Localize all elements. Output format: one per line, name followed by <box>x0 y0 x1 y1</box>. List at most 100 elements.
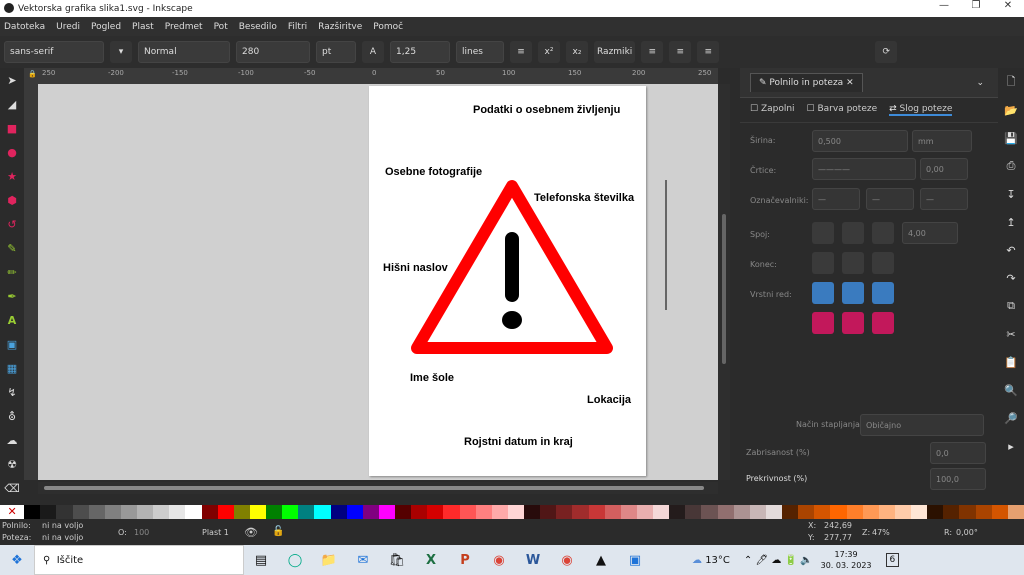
color-swatch[interactable] <box>475 505 492 519</box>
color-swatch[interactable] <box>604 505 621 519</box>
color-swatch[interactable] <box>620 505 637 519</box>
text-object[interactable]: Rojstni datum in kraj <box>464 436 573 448</box>
windows-start-icon[interactable]: ❖ <box>0 545 34 575</box>
minimize-icon[interactable]: — <box>928 0 960 11</box>
color-swatch[interactable] <box>830 505 847 519</box>
miter-limit-field[interactable]: 4,00 <box>902 222 958 244</box>
excel-icon[interactable]: X <box>414 545 448 575</box>
paint-order-icon[interactable] <box>812 282 834 304</box>
calligraphy-tool-icon[interactable]: ✒ <box>0 284 24 308</box>
color-swatch[interactable] <box>911 505 928 519</box>
color-swatch[interactable] <box>330 505 347 519</box>
font-family-field[interactable]: sans-serif <box>4 41 104 63</box>
color-swatch[interactable] <box>56 505 73 519</box>
horizontal-scrollbar[interactable] <box>38 482 718 494</box>
paint-order-icon[interactable] <box>842 282 864 304</box>
color-swatch[interactable] <box>588 505 605 519</box>
no-paint-swatch[interactable]: ✕ <box>0 505 25 519</box>
menu-pot[interactable]: Pot <box>214 22 228 32</box>
font-style-field[interactable]: Normal <box>138 41 230 63</box>
color-swatch[interactable] <box>943 505 960 519</box>
color-swatch[interactable] <box>1007 505 1024 519</box>
color-swatch[interactable] <box>491 505 508 519</box>
start-marker-select[interactable]: — <box>812 188 860 210</box>
paint-order-icon[interactable] <box>872 282 894 304</box>
rectangle-tool-icon[interactable]: ■ <box>0 116 24 140</box>
opacity-status-field[interactable]: 100 <box>134 528 149 537</box>
store-icon[interactable]: 🛍 <box>380 545 414 575</box>
eraser-tool-icon[interactable]: ⌫ <box>0 476 24 500</box>
powerpoint-icon[interactable]: P <box>448 545 482 575</box>
rotation-field[interactable]: 0,00° <box>956 528 978 537</box>
color-swatch[interactable] <box>314 505 331 519</box>
color-swatch[interactable] <box>878 505 895 519</box>
photos-icon[interactable]: ▣ <box>618 545 652 575</box>
menu-filtri[interactable]: Filtri <box>288 22 307 32</box>
color-swatch[interactable] <box>169 505 186 519</box>
color-swatch[interactable] <box>894 505 912 519</box>
color-swatch[interactable] <box>927 505 944 519</box>
zoom-icon[interactable]: 🔍 <box>998 376 1024 404</box>
line-spacing-field[interactable]: 1,25 <box>390 41 450 63</box>
color-swatch[interactable] <box>378 505 396 519</box>
import-icon[interactable]: ↧ <box>998 180 1024 208</box>
bevel-join-icon[interactable] <box>872 222 894 244</box>
color-swatch[interactable] <box>717 505 734 519</box>
color-swatch[interactable] <box>233 505 250 519</box>
chevron-down-icon[interactable]: ⌄ <box>976 78 984 88</box>
document-page[interactable]: Podatki o osebnem življenju Osebne fotog… <box>369 86 646 476</box>
paint-order-icon[interactable] <box>812 312 834 334</box>
text-tool-icon[interactable]: A <box>0 308 24 332</box>
3d-box-tool-icon[interactable]: ⬢ <box>0 188 24 212</box>
edge-icon[interactable]: ◯ <box>278 545 312 575</box>
color-swatch[interactable] <box>701 505 718 519</box>
color-swatch[interactable] <box>991 505 1008 519</box>
menu-pomoc[interactable]: Pomoč <box>373 22 403 32</box>
color-swatch[interactable] <box>395 505 412 519</box>
text-direction-icon[interactable]: ≡ <box>697 41 720 63</box>
task-view-icon[interactable]: ▤ <box>244 545 278 575</box>
dash-pattern-select[interactable]: ———— <box>812 158 916 180</box>
end-marker-select[interactable]: — <box>920 188 968 210</box>
search-box[interactable]: ⚲ Iščite <box>34 545 244 575</box>
menu-besedilo[interactable]: Besedilo <box>239 22 277 32</box>
tab-stroke-paint[interactable]: ☐ Barva poteze <box>807 104 878 116</box>
drawing-canvas[interactable]: Podatki o osebnem življenju Osebne fotog… <box>38 84 718 480</box>
text-orientation-icon[interactable]: ≡ <box>669 41 692 63</box>
maximize-icon[interactable]: ❐ <box>960 0 992 11</box>
round-cap-icon[interactable] <box>842 252 864 274</box>
color-swatch[interactable] <box>507 505 525 519</box>
text-object[interactable]: Ime šole <box>410 372 454 384</box>
color-swatch[interactable] <box>24 505 41 519</box>
cut-icon[interactable]: ✂ <box>998 320 1024 348</box>
scroll-thumb[interactable] <box>44 486 704 490</box>
zoom-field[interactable]: 47% <box>872 528 890 537</box>
mail-icon[interactable]: ✉ <box>346 545 380 575</box>
color-swatch[interactable] <box>685 505 702 519</box>
tray-icons[interactable]: ⌃ 🖊 ☁ 🔋 🔈 <box>744 555 813 566</box>
unlock-icon[interactable]: 🔓 <box>272 526 284 537</box>
ellipse-tool-icon[interactable]: ● <box>0 140 24 164</box>
color-swatch[interactable] <box>298 505 315 519</box>
color-swatch[interactable] <box>153 505 170 519</box>
selector-tool-icon[interactable]: ➤ <box>0 68 24 92</box>
copy-icon[interactable]: ⧉ <box>998 292 1024 320</box>
color-swatch[interactable] <box>266 505 283 519</box>
color-swatch[interactable] <box>975 505 992 519</box>
color-swatch[interactable] <box>282 505 299 519</box>
dash-offset-field[interactable]: 0,00 <box>920 158 968 180</box>
text-object[interactable]: Osebne fotografije <box>385 166 482 178</box>
color-swatch[interactable] <box>733 505 750 519</box>
undo-icon[interactable]: ↶ <box>998 236 1024 264</box>
notification-icon[interactable]: 6 <box>885 553 900 567</box>
mid-marker-select[interactable]: — <box>866 188 914 210</box>
redo-icon[interactable]: ↷ <box>998 264 1024 292</box>
color-swatch[interactable] <box>636 505 654 519</box>
color-swatch[interactable] <box>40 505 57 519</box>
save-icon[interactable]: 💾 <box>998 124 1024 152</box>
blend-mode-select[interactable]: Običajno <box>860 414 984 436</box>
inkscape-icon[interactable]: ▲ <box>584 545 618 575</box>
color-swatch[interactable] <box>362 505 379 519</box>
color-swatch[interactable] <box>556 505 573 519</box>
pencil-tool-icon[interactable]: ✏ <box>0 260 24 284</box>
